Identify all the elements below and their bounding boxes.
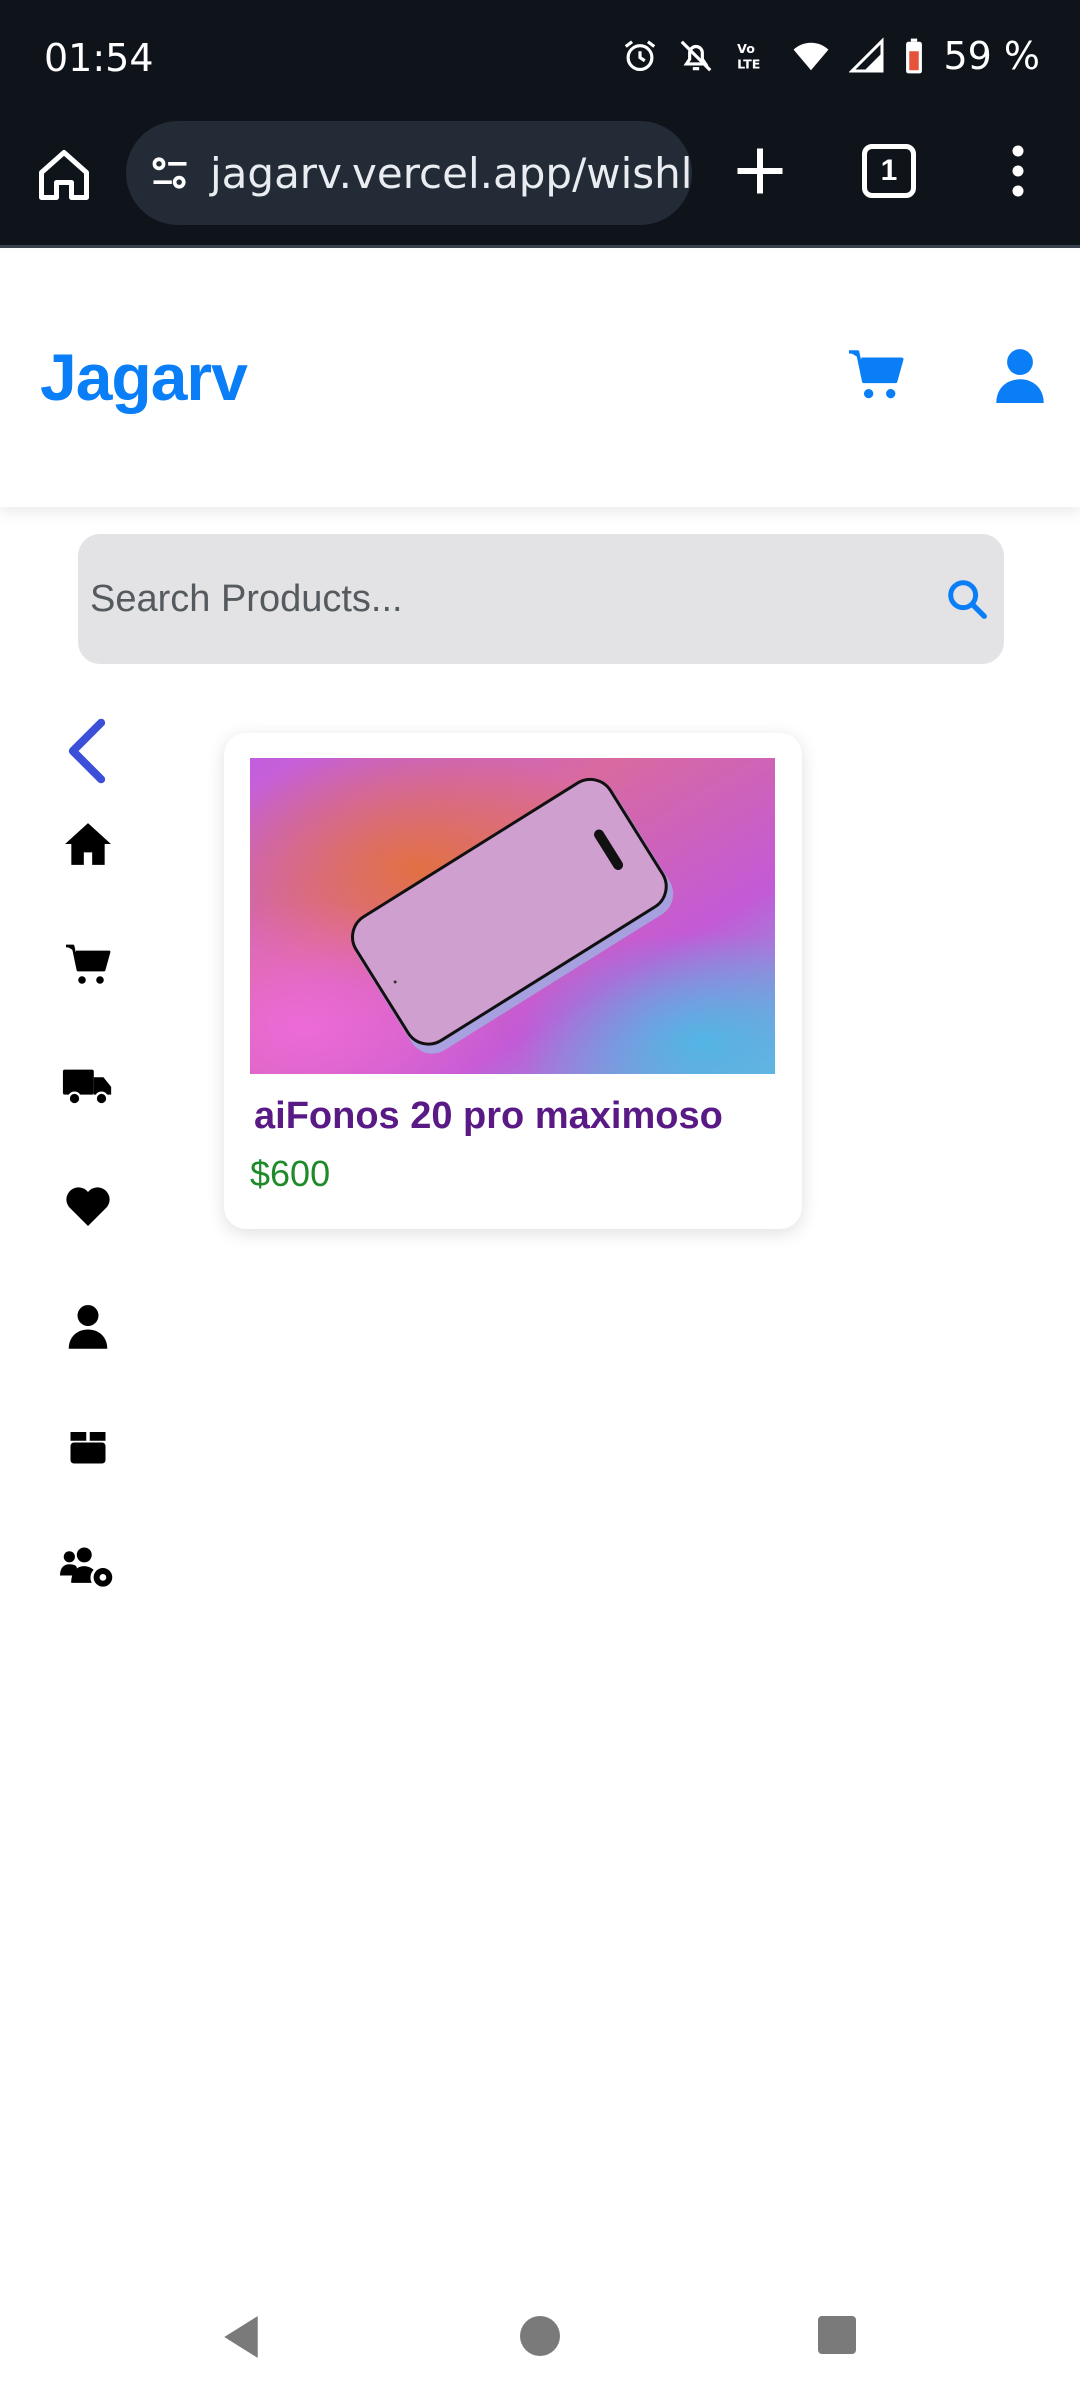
more-menu-icon[interactable] — [1000, 141, 1036, 201]
cart-icon[interactable] — [846, 347, 906, 401]
sidebar-item-admin-users[interactable] — [60, 1540, 116, 1596]
user-icon — [68, 1305, 108, 1349]
user-icon[interactable] — [994, 347, 1046, 403]
sidebar-item-products[interactable] — [60, 1418, 116, 1474]
svg-text:Vo: Vo — [738, 41, 756, 56]
sidebar-item-home[interactable] — [60, 816, 116, 872]
site-logo[interactable]: Jagarv — [40, 339, 248, 415]
home-icon — [65, 823, 111, 865]
product-image[interactable] — [250, 758, 775, 1074]
site-header: Jagarv — [0, 251, 1080, 507]
new-tab-icon[interactable] — [730, 141, 790, 201]
signal-icon — [849, 37, 884, 73]
sidebar-item-cart[interactable] — [60, 936, 116, 992]
system-nav-bar — [0, 2300, 1080, 2400]
heart-icon — [66, 1187, 110, 1226]
tabs-button[interactable]: 1 — [862, 144, 916, 198]
search-bar — [78, 534, 1004, 664]
search-input[interactable] — [90, 534, 940, 664]
bell-off-icon — [681, 40, 712, 72]
nav-back-icon[interactable] — [220, 2314, 262, 2360]
alarm-icon — [625, 40, 656, 72]
volte-icon: VoLTE — [738, 41, 761, 72]
chevron-left-icon[interactable] — [62, 718, 112, 784]
product-card[interactable]: aiFonos 20 pro maximoso $600 — [224, 733, 802, 1229]
product-price: $600 — [250, 1153, 331, 1194]
nav-recents-icon[interactable] — [818, 2316, 856, 2354]
url-text[interactable]: jagarv.vercel.app/wishlist — [210, 149, 692, 198]
browser-toolbar: jagarv.vercel.app/wishlist 1 — [0, 115, 1080, 248]
box-icon — [70, 1432, 106, 1464]
home-icon[interactable] — [34, 145, 94, 205]
nav-home-icon[interactable] — [520, 2316, 560, 2356]
battery-level: 59 % — [943, 34, 1040, 78]
sidebar-item-profile[interactable] — [60, 1298, 116, 1354]
product-title[interactable]: aiFonos 20 pro maximoso — [254, 1095, 723, 1138]
battery-icon — [906, 38, 923, 74]
site-settings-icon[interactable] — [148, 151, 192, 195]
status-bar: 01:54 Vo LTE 59 % — [0, 0, 1080, 115]
search-icon[interactable] — [944, 576, 990, 622]
svg-text:LTE: LTE — [738, 57, 761, 72]
users-gear-icon — [60, 1547, 113, 1587]
sidebar-item-wishlist[interactable] — [60, 1178, 116, 1234]
sidebar-item-orders[interactable] — [60, 1057, 116, 1113]
truck-icon — [62, 1069, 112, 1106]
status-icons: Vo LTE 59 % — [621, 34, 1040, 78]
cart-icon — [66, 944, 111, 984]
address-bar[interactable]: jagarv.vercel.app/wishlist — [126, 121, 692, 225]
status-time: 01:54 — [44, 36, 154, 80]
wifi-icon — [794, 42, 829, 71]
